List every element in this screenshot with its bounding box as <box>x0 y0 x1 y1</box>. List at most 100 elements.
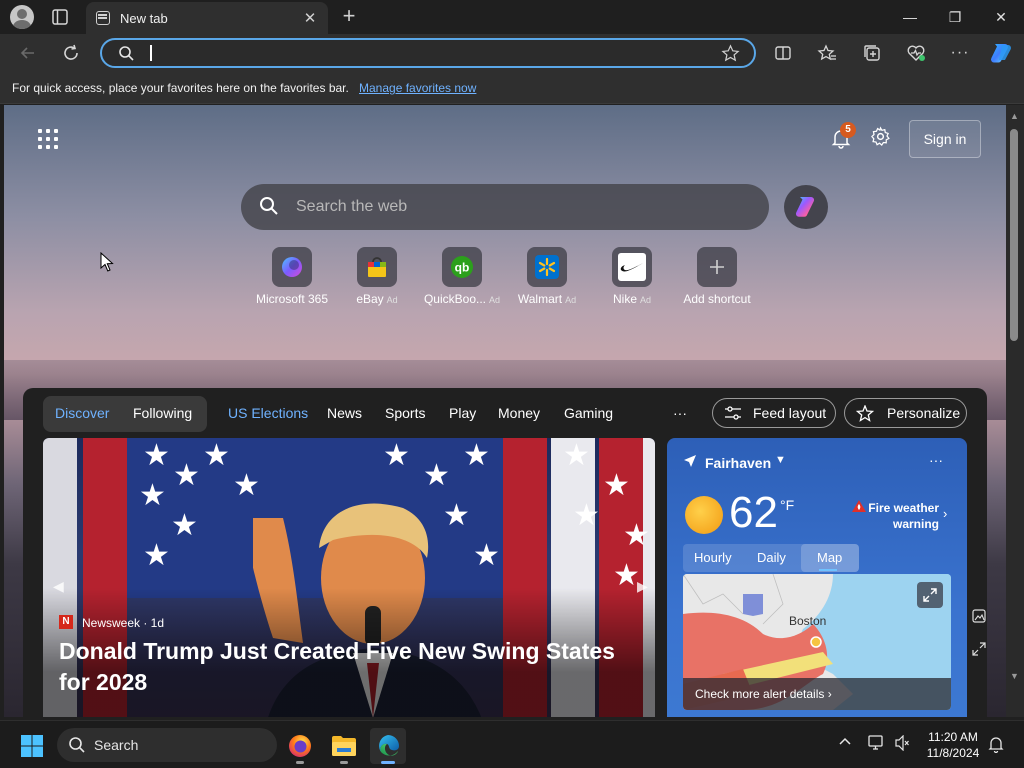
shortcut-quickbooks[interactable]: qb QuickBoo... Ad <box>417 247 507 306</box>
weather-tab-hourly[interactable]: Hourly <box>694 550 732 565</box>
network-icon[interactable] <box>868 735 886 751</box>
split-screen-icon[interactable] <box>772 42 794 64</box>
shortcut-label: eBay <box>356 292 384 306</box>
feed-layout-button[interactable]: Feed layout <box>712 398 836 428</box>
volume-muted-icon[interactable] <box>895 735 909 751</box>
weather-tab-daily[interactable]: Daily <box>757 550 786 565</box>
ad-badge: Ad <box>386 295 398 305</box>
shortcut-label: Add shortcut <box>683 292 751 306</box>
article-headline[interactable]: Donald Trump Just Created Five New Swing… <box>59 636 629 698</box>
tab-us-elections[interactable]: US Elections <box>228 405 308 421</box>
back-arrow-icon[interactable] <box>17 42 39 64</box>
tab-new-tab[interactable]: New tab ✕ <box>86 2 328 34</box>
tab-discover[interactable]: Discover <box>55 405 109 421</box>
feed-layout-label: Feed layout <box>753 405 827 421</box>
clock-date: 11/8/2024 <box>926 746 980 760</box>
tab-following[interactable]: Following <box>133 405 192 421</box>
profile-avatar[interactable] <box>10 5 34 29</box>
favorites-icon[interactable] <box>816 42 838 64</box>
expand-view-icon[interactable] <box>972 642 986 656</box>
personalize-button[interactable]: Personalize <box>844 398 967 428</box>
chevron-down-icon[interactable]: ▼ <box>775 454 786 466</box>
browser-essentials-icon[interactable] <box>905 42 927 64</box>
hero-news-card[interactable]: ★ ★ ★ ★ ★ ★ ★ ★ ★ ★ ★ ★ ★ ★ ★ ★ ★ ◀ ▶ N … <box>43 438 655 717</box>
ad-badge: Ad <box>489 295 501 305</box>
more-tabs-icon[interactable]: ··· <box>673 405 687 421</box>
notifications-bell-icon[interactable] <box>988 735 1004 753</box>
check-alert-details-link[interactable]: Check more alert details › <box>683 678 951 710</box>
minimize-button[interactable]: — <box>890 5 930 29</box>
restore-button[interactable]: ❐ <box>935 5 975 29</box>
tab-money[interactable]: Money <box>498 405 540 421</box>
weather-location[interactable]: Fairhaven <box>705 455 771 471</box>
app-launcher-icon[interactable] <box>38 129 58 149</box>
scrollbar-thumb[interactable] <box>1010 129 1018 341</box>
temperature-unit: °F <box>780 497 795 513</box>
windows-start-icon[interactable] <box>20 734 44 758</box>
sign-in-button[interactable]: Sign in <box>909 120 981 158</box>
tab-news[interactable]: News <box>327 405 362 421</box>
favorite-star-icon[interactable] <box>721 44 740 63</box>
edge-icon <box>379 735 399 756</box>
shortcut-microsoft-365[interactable]: Microsoft 365 <box>247 247 337 306</box>
settings-gear-icon[interactable] <box>870 126 891 147</box>
close-tab-icon[interactable]: ✕ <box>302 9 318 27</box>
tab-sports[interactable]: Sports <box>385 405 425 421</box>
close-window-button[interactable]: ✕ <box>981 5 1021 29</box>
personalize-label: Personalize <box>887 405 961 421</box>
tab-gaming[interactable]: Gaming <box>564 405 613 421</box>
page-scrollbar[interactable]: ▲ ▼ <box>1006 105 1024 717</box>
news-feed: Discover Following US Elections News Spo… <box>23 388 987 717</box>
taskbar-file-explorer[interactable] <box>326 728 362 764</box>
collections-icon[interactable] <box>861 42 883 64</box>
walmart-spark-icon <box>527 247 567 287</box>
favorites-bar-message: For quick access, place your favorites h… <box>12 81 349 95</box>
add-shortcut-button[interactable]: Add shortcut <box>672 247 762 306</box>
taskbar-edge[interactable] <box>370 728 406 764</box>
web-search-box[interactable]: Search the web <box>241 184 769 230</box>
scroll-up-arrow-icon[interactable]: ▲ <box>1010 111 1019 121</box>
tab-play[interactable]: Play <box>449 405 476 421</box>
weather-more-icon[interactable]: ··· <box>929 452 943 468</box>
notification-count-badge: 5 <box>840 122 856 138</box>
new-tab-page: 5 Sign in Search the web Microsoft 365 e… <box>4 105 1006 717</box>
weather-card[interactable]: Fairhaven ▼ ··· 62 °F Fire weather warni… <box>667 438 967 717</box>
carousel-next-icon[interactable]: ▶ <box>637 578 648 595</box>
map-city-label: Boston <box>789 614 827 628</box>
chevron-up-icon[interactable] <box>838 735 852 749</box>
new-tab-button[interactable]: + <box>338 4 360 28</box>
folder-icon <box>332 736 356 756</box>
carousel-prev-icon[interactable]: ◀ <box>53 578 64 595</box>
article-source: Newsweek · 1d <box>82 616 165 630</box>
shortcut-label: Nike <box>612 292 637 306</box>
search-icon <box>119 46 134 61</box>
system-clock[interactable]: 11:20 AM 11/8/2024 <box>918 729 988 761</box>
firefox-icon <box>289 735 311 757</box>
tab-actions-icon[interactable] <box>52 9 68 25</box>
address-bar[interactable] <box>100 38 756 68</box>
image-info-icon[interactable] <box>972 609 986 623</box>
scroll-down-arrow-icon[interactable]: ▼ <box>1010 671 1019 681</box>
expand-map-icon[interactable] <box>917 582 943 608</box>
shortcut-nike[interactable]: Nike Ad <box>587 247 677 306</box>
shortcut-label: QuickBoo... <box>423 292 486 306</box>
taskbar-search-label: Search <box>94 737 139 753</box>
taskbar-firefox[interactable] <box>282 728 318 764</box>
personalize-star-icon <box>856 405 874 422</box>
chevron-right-icon[interactable]: › <box>943 506 947 521</box>
search-icon <box>69 737 85 753</box>
shortcut-walmart[interactable]: Walmart Ad <box>502 247 592 306</box>
copilot-search-button[interactable] <box>784 185 828 229</box>
weather-tab-map[interactable]: Map <box>817 550 842 565</box>
plus-icon <box>697 247 737 287</box>
weather-alert-map[interactable]: Boston Check more alert details › <box>683 574 951 710</box>
more-options-icon[interactable]: ··· <box>949 42 971 64</box>
web-search-placeholder: Search the web <box>296 198 408 215</box>
weather-alert[interactable]: Fire weather warning <box>855 500 939 532</box>
manage-favorites-link[interactable]: Manage favorites now <box>359 81 476 95</box>
shortcut-ebay[interactable]: eBay Ad <box>332 247 422 306</box>
taskbar-search-box[interactable]: Search <box>57 728 277 762</box>
copilot-icon[interactable] <box>988 40 1014 66</box>
refresh-icon[interactable] <box>60 42 82 64</box>
title-bar: New tab ✕ + — ❐ ✕ <box>0 0 1024 34</box>
